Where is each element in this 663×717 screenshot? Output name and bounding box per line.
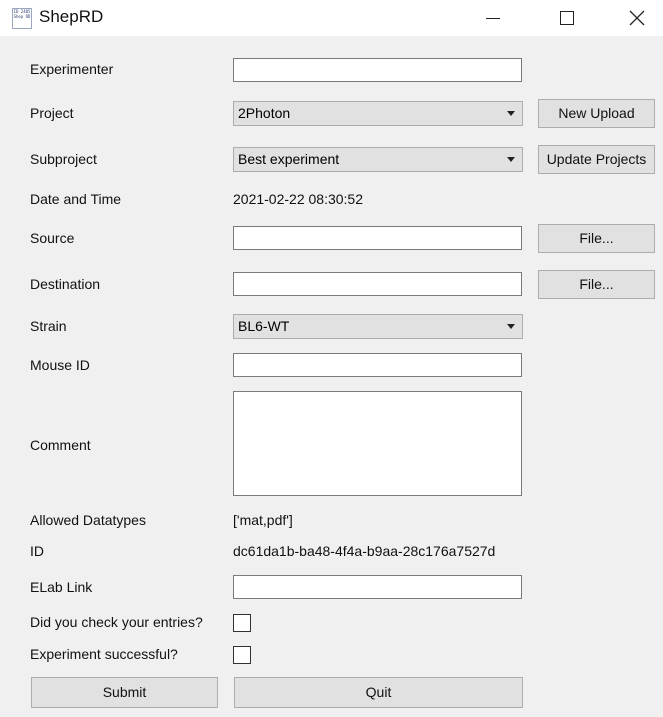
experimenter-label: Experimenter <box>30 61 114 77</box>
elab-link-label: ELab Link <box>30 579 93 595</box>
chevron-down-icon <box>507 157 515 162</box>
mouse-id-label: Mouse ID <box>30 357 90 373</box>
new-upload-button[interactable]: New Upload <box>538 99 655 128</box>
maximize-icon <box>560 11 574 25</box>
chevron-down-icon <box>507 324 515 329</box>
check-entries-label: Did you check your entries? <box>30 614 203 630</box>
experiment-successful-checkbox[interactable] <box>233 646 251 664</box>
window-title: ShepRD <box>39 7 104 26</box>
subproject-select-value: Best experiment <box>238 151 340 167</box>
strain-label: Strain <box>30 318 67 334</box>
title-bar: ID 2405 Shep RD ShepRD <box>0 0 663 36</box>
experimenter-input[interactable] <box>233 58 522 82</box>
datetime-label: Date and Time <box>30 191 122 207</box>
id-label: ID <box>30 543 44 559</box>
maximize-button[interactable] <box>542 0 592 36</box>
experiment-successful-label: Experiment successful? <box>30 646 178 662</box>
destination-file-button[interactable]: File... <box>538 270 655 299</box>
allowed-datatypes-value: ['mat,pdf'] <box>233 512 293 528</box>
strain-select[interactable]: BL6-WT <box>233 314 523 339</box>
strain-select-value: BL6-WT <box>238 318 290 334</box>
allowed-datatypes-label: Allowed Datatypes <box>30 512 146 528</box>
source-input[interactable] <box>233 226 522 250</box>
chevron-down-icon <box>507 111 515 116</box>
id-value: dc61da1b-ba48-4f4a-b9aa-28c176a7527d <box>233 543 496 559</box>
check-entries-checkbox[interactable] <box>233 614 251 632</box>
mouse-id-input[interactable] <box>233 353 522 377</box>
project-select[interactable]: 2Photon <box>233 101 523 126</box>
close-button[interactable] <box>612 0 662 36</box>
elab-link-input[interactable] <box>233 575 522 599</box>
close-icon <box>629 10 645 26</box>
destination-input[interactable] <box>233 272 522 296</box>
source-file-button[interactable]: File... <box>538 224 655 253</box>
submit-button[interactable]: Submit <box>31 677 218 708</box>
subproject-label: Subproject <box>30 151 97 167</box>
project-label: Project <box>30 105 74 121</box>
minimize-icon <box>486 17 500 19</box>
comment-label: Comment <box>30 437 91 453</box>
comment-textarea[interactable] <box>233 391 522 496</box>
update-projects-button[interactable]: Update Projects <box>538 145 655 174</box>
source-label: Source <box>30 230 75 246</box>
app-icon: ID 2405 Shep RD <box>12 8 32 29</box>
minimize-button[interactable] <box>468 0 518 36</box>
destination-label: Destination <box>30 276 101 292</box>
datetime-value: 2021-02-22 08:30:52 <box>233 191 363 207</box>
quit-button[interactable]: Quit <box>234 677 523 708</box>
project-select-value: 2Photon <box>238 105 291 121</box>
subproject-select[interactable]: Best experiment <box>233 147 523 172</box>
